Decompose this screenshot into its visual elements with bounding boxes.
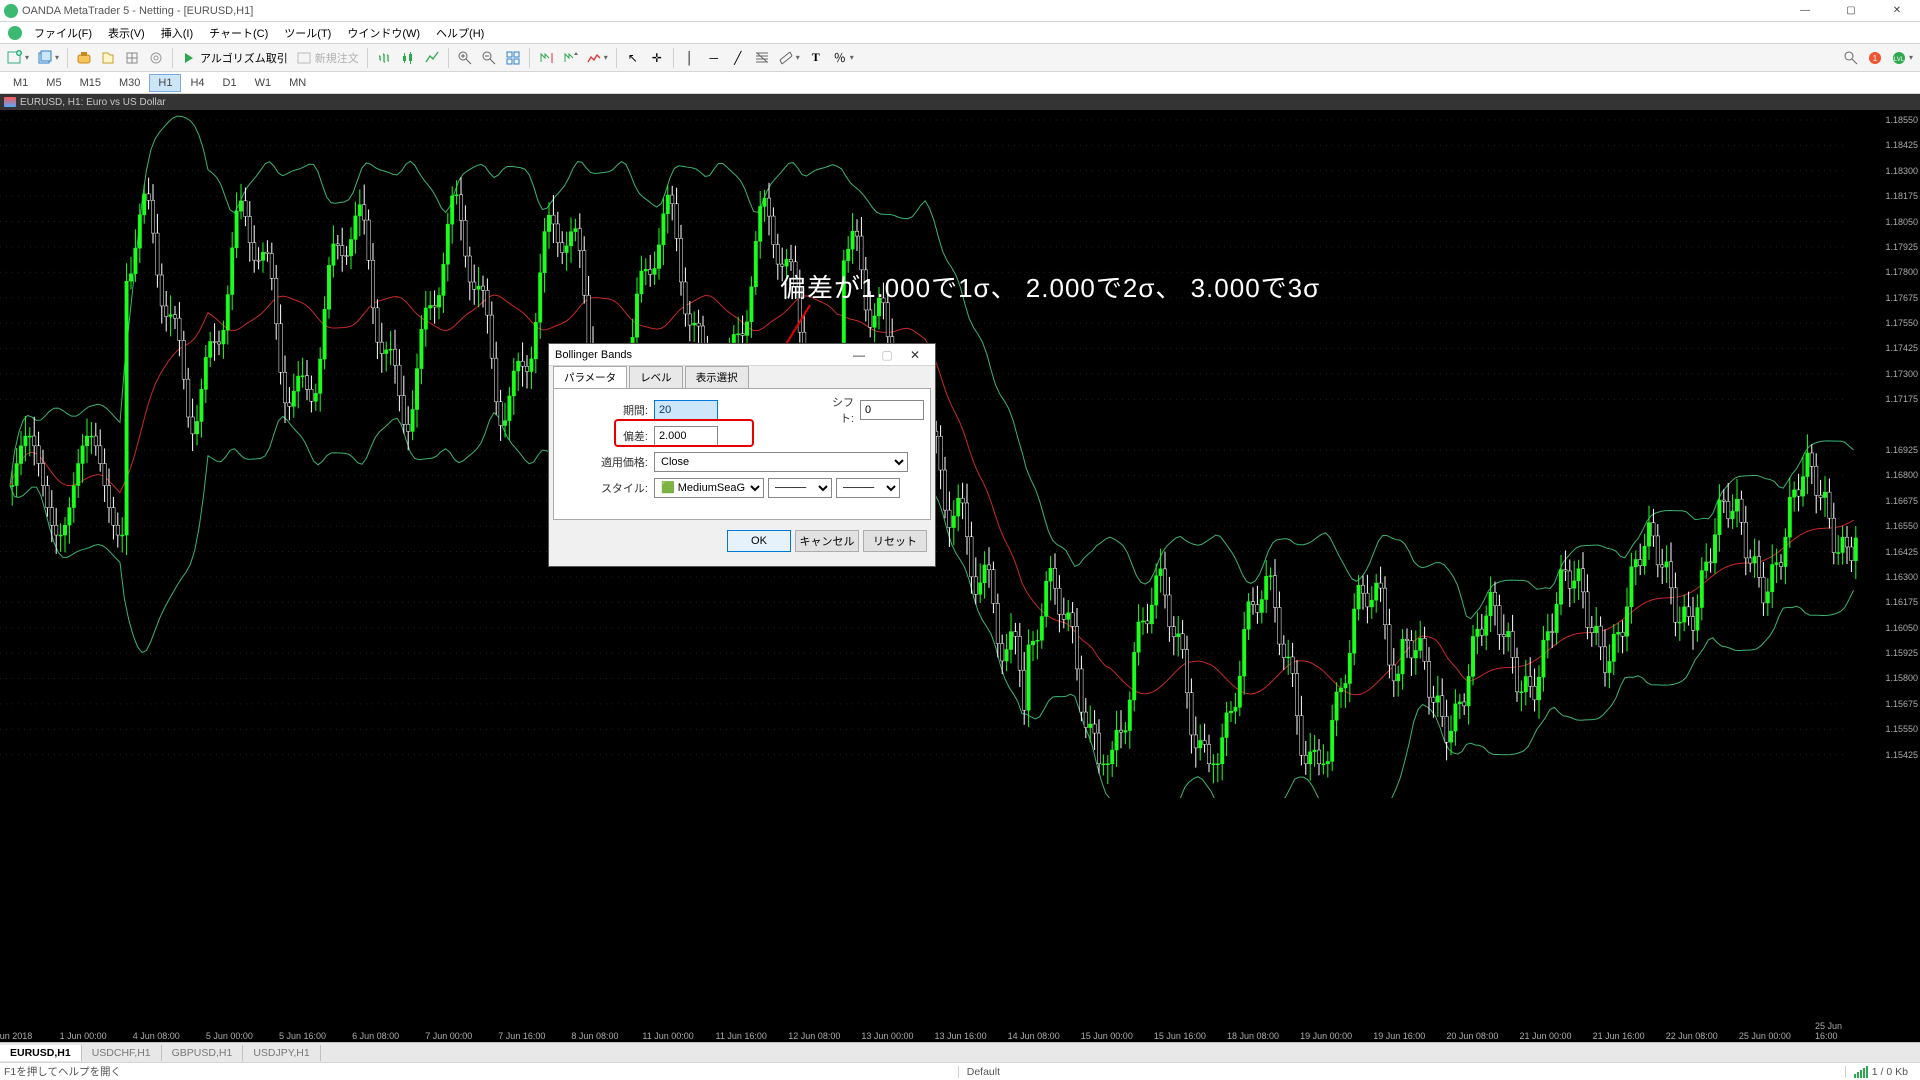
tab-levels[interactable]: レベル bbox=[629, 366, 683, 389]
price-scale: 1.185501.184251.183001.181751.180501.179… bbox=[1884, 110, 1920, 1042]
text-label-button[interactable]: T bbox=[805, 46, 827, 70]
equidistant-button[interactable] bbox=[775, 46, 803, 70]
new-order-button[interactable]: 新規注文 bbox=[293, 46, 362, 70]
strategy-tester-button[interactable] bbox=[145, 46, 167, 70]
hline-button[interactable]: ─ bbox=[703, 46, 725, 70]
chart-tab[interactable]: GBPUSD,H1 bbox=[162, 1045, 244, 1061]
bollinger-dialog: Bollinger Bands — ▢ ✕ パラメータ レベル 表示選択 期間:… bbox=[548, 343, 936, 567]
cursor-button[interactable]: ↖ bbox=[622, 46, 644, 70]
chart-tab[interactable]: USDCHF,H1 bbox=[82, 1045, 162, 1061]
menu-bar: ファイル(F) 表示(V) 挿入(I) チャート(C) ツール(T) ウインドウ… bbox=[0, 22, 1920, 44]
menu-file[interactable]: ファイル(F) bbox=[26, 22, 100, 44]
line-chart-button[interactable] bbox=[421, 46, 443, 70]
menu-insert[interactable]: 挿入(I) bbox=[153, 22, 201, 44]
doc-logo bbox=[8, 26, 22, 40]
navigator-button[interactable] bbox=[97, 46, 119, 70]
status-net-label: 1 / 0 Kb bbox=[1872, 1066, 1908, 1078]
main-toolbar: アルゴリズム取引 新規注文 ↖ ✛ │ ─ ╱ T ％ 1 LVL bbox=[0, 44, 1920, 72]
style-label: スタイル: bbox=[560, 480, 654, 496]
window-minimize-icon[interactable]: — bbox=[1782, 0, 1828, 22]
menu-window[interactable]: ウインドウ(W) bbox=[339, 22, 428, 44]
vline-button[interactable]: │ bbox=[679, 46, 701, 70]
search-icon[interactable] bbox=[1840, 46, 1862, 70]
chart-svg bbox=[0, 110, 1884, 798]
apply-label: 適用価格: bbox=[560, 454, 654, 470]
tf-M5[interactable]: M5 bbox=[37, 74, 70, 92]
zoom-in-button[interactable] bbox=[454, 46, 476, 70]
svg-text:LVL: LVL bbox=[1894, 57, 1905, 63]
dialog-close-icon[interactable]: ✕ bbox=[901, 348, 929, 362]
tf-M15[interactable]: M15 bbox=[71, 74, 110, 92]
chart-pair-icon bbox=[4, 97, 16, 107]
tf-M1[interactable]: M1 bbox=[4, 74, 37, 92]
chart-shift-button[interactable] bbox=[559, 46, 581, 70]
indicators-button[interactable] bbox=[583, 46, 611, 70]
chart-tab[interactable]: EURUSD,H1 bbox=[0, 1045, 82, 1061]
tf-MN[interactable]: MN bbox=[280, 74, 315, 92]
crosshair-button[interactable]: ✛ bbox=[646, 46, 668, 70]
svg-text:1: 1 bbox=[1873, 54, 1878, 63]
tf-D1[interactable]: D1 bbox=[214, 74, 246, 92]
fibo-button[interactable] bbox=[751, 46, 773, 70]
auto-scroll-button[interactable] bbox=[535, 46, 557, 70]
algo-trading-toggle[interactable]: アルゴリズム取引 bbox=[178, 46, 291, 70]
shift-input[interactable] bbox=[860, 400, 924, 420]
status-profile: Default bbox=[958, 1066, 1008, 1078]
tab-parameters[interactable]: パラメータ bbox=[553, 366, 627, 389]
status-bar: F1を押してヘルプを開く Default 1 / 0 Kb bbox=[0, 1062, 1920, 1080]
alerts-icon[interactable]: 1 bbox=[1864, 46, 1886, 70]
shift-label: シフト: bbox=[820, 394, 860, 426]
signal-icon bbox=[1854, 1066, 1868, 1078]
candle-chart-button[interactable] bbox=[397, 46, 419, 70]
zoom-out-button[interactable] bbox=[478, 46, 500, 70]
trendline-button[interactable]: ╱ bbox=[727, 46, 749, 70]
cancel-button[interactable]: キャンセル bbox=[795, 530, 859, 552]
market-watch-button[interactable] bbox=[73, 46, 95, 70]
new-order-label: 新規注文 bbox=[315, 50, 359, 66]
tf-H4[interactable]: H4 bbox=[181, 74, 213, 92]
period-label: 期間: bbox=[560, 402, 654, 418]
objects-button[interactable]: ％ bbox=[829, 46, 857, 70]
status-help-text: F1を押してヘルプを開く bbox=[4, 1064, 121, 1079]
algo-trading-label: アルゴリズム取引 bbox=[200, 50, 288, 66]
color-select[interactable]: 🟩 MediumSeaGreen bbox=[654, 478, 764, 498]
bar-chart-button[interactable] bbox=[373, 46, 395, 70]
tile-windows-button[interactable] bbox=[502, 46, 524, 70]
window-title: OANDA MetaTrader 5 - Netting - [EURUSD,H… bbox=[22, 5, 1782, 17]
terminal-button[interactable] bbox=[121, 46, 143, 70]
time-scale: 1 Jun 20181 Jun 00:004 Jun 08:005 Jun 00… bbox=[0, 1028, 1884, 1042]
menu-view[interactable]: 表示(V) bbox=[100, 22, 153, 44]
status-connection: 1 / 0 Kb bbox=[1845, 1066, 1916, 1078]
new-chart-button[interactable] bbox=[4, 46, 32, 70]
period-input[interactable] bbox=[654, 400, 718, 420]
annotation-text: 偏差が1.000で1σ、 2.000で2σ、 3.000で3σ bbox=[780, 268, 1320, 305]
ok-button[interactable]: OK bbox=[727, 530, 791, 552]
chart-title-label: EURUSD, H1: Euro vs US Dollar bbox=[20, 97, 166, 108]
window-close-icon[interactable]: ✕ bbox=[1874, 0, 1920, 22]
tf-H1[interactable]: H1 bbox=[149, 74, 181, 92]
line-width-select[interactable]: ──── bbox=[836, 478, 900, 498]
window-restore-icon[interactable]: ▢ bbox=[1828, 0, 1874, 22]
deviation-input[interactable] bbox=[654, 426, 718, 446]
dialog-maximize-icon[interactable]: ▢ bbox=[873, 348, 901, 362]
chart-tabs-bar: EURUSD,H1USDCHF,H1GBPUSD,H1USDJPY,H1 bbox=[0, 1042, 1920, 1062]
line-style-select[interactable]: ──── bbox=[768, 478, 832, 498]
chart-canvas[interactable]: 1.185501.184251.183001.181751.180501.179… bbox=[0, 110, 1920, 1042]
timeframe-bar: M1M5M15M30H1H4D1W1MN bbox=[0, 72, 1920, 94]
deviation-label: 偏差: bbox=[560, 428, 654, 444]
vps-icon[interactable]: LVL bbox=[1888, 46, 1916, 70]
dialog-title: Bollinger Bands bbox=[555, 349, 845, 361]
tf-W1[interactable]: W1 bbox=[246, 74, 281, 92]
menu-help[interactable]: ヘルプ(H) bbox=[428, 22, 492, 44]
reset-button[interactable]: リセット bbox=[863, 530, 927, 552]
profiles-button[interactable] bbox=[34, 46, 62, 70]
dialog-minimize-icon[interactable]: — bbox=[845, 348, 873, 362]
apply-price-select[interactable]: Close bbox=[654, 452, 908, 472]
app-logo bbox=[4, 4, 18, 18]
menu-chart[interactable]: チャート(C) bbox=[201, 22, 276, 44]
chart-tab[interactable]: USDJPY,H1 bbox=[243, 1045, 320, 1061]
menu-tools[interactable]: ツール(T) bbox=[276, 22, 339, 44]
tab-display[interactable]: 表示選択 bbox=[685, 366, 749, 389]
tf-M30[interactable]: M30 bbox=[110, 74, 149, 92]
